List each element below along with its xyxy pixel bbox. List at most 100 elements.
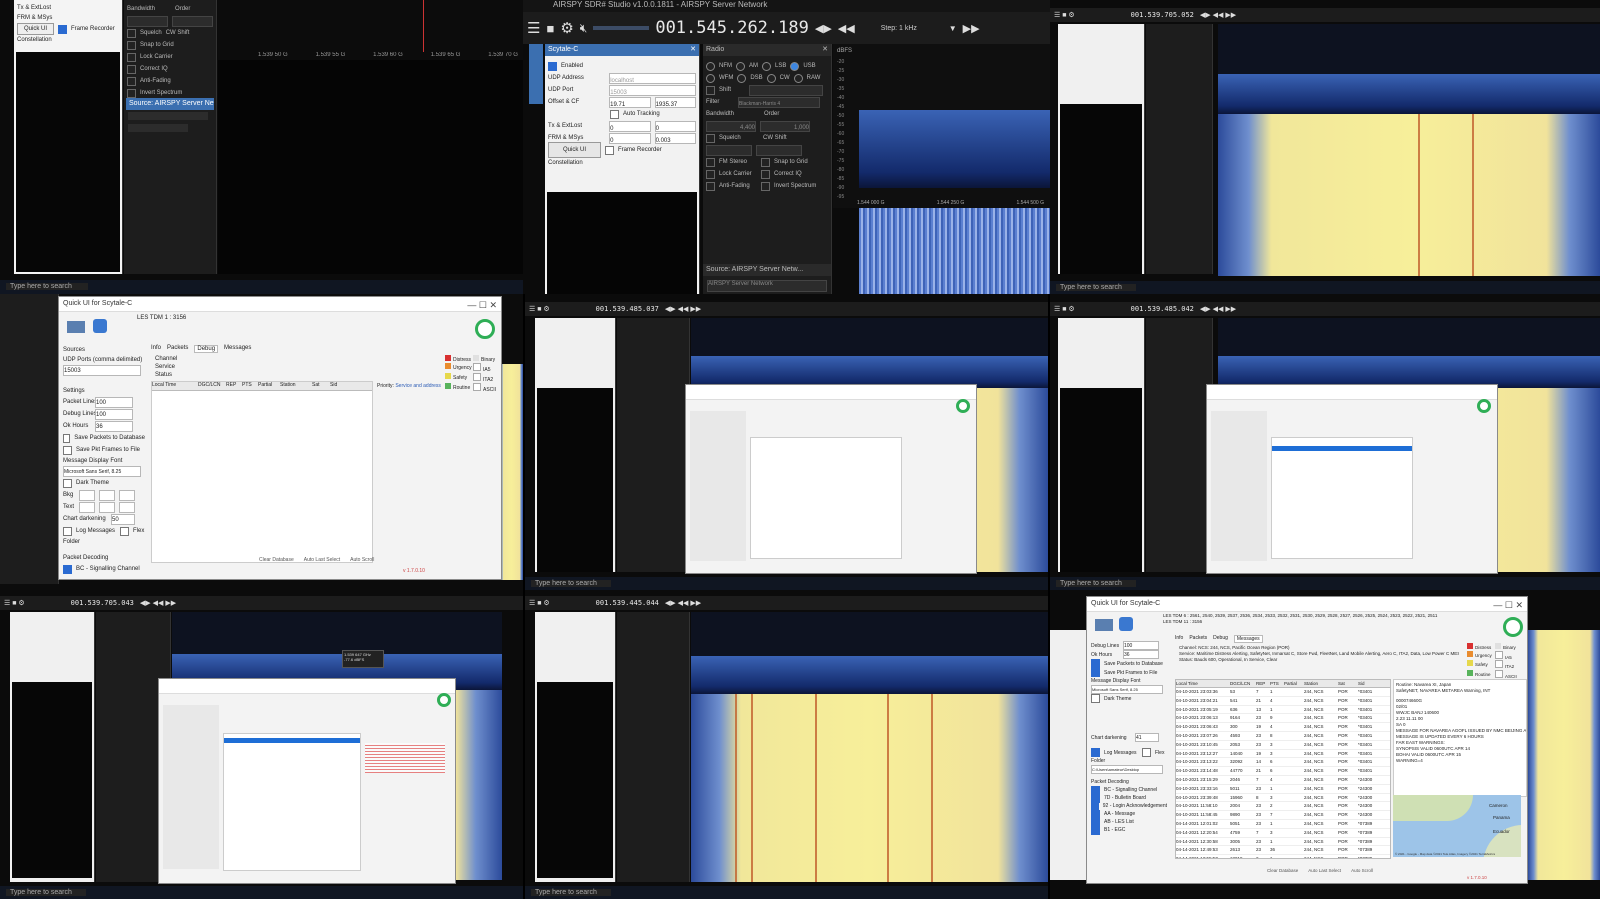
save-db-checkbox[interactable]	[1091, 659, 1100, 668]
col-station[interactable]: Station	[1304, 680, 1338, 687]
frequency-display[interactable]: 001.545.262.189	[655, 18, 809, 38]
offset-input[interactable]: 19.71	[609, 96, 651, 108]
cf-input[interactable]: 1935.37	[654, 96, 696, 108]
table-row[interactable]: 04-10-2021 23:06:43 300 19 4 244, NCS POR *034…	[1176, 723, 1390, 732]
search-box[interactable]: Type here to search	[531, 889, 611, 896]
table-row[interactable]: 04-10-2021 23:39:48 15960 8 3 244, NCS POR *24…	[1176, 794, 1390, 803]
flex-checkbox[interactable]	[1142, 748, 1151, 757]
col-pts[interactable]: PTS	[1270, 680, 1284, 687]
stop-icon[interactable]: ■	[546, 21, 554, 36]
tx-input[interactable]: 0	[609, 120, 651, 132]
udp-port-input[interactable]: 15003	[609, 84, 696, 96]
font-input[interactable]: Microsoft Sans Serif, 8.25	[1091, 685, 1163, 694]
col-local-time[interactable]: Local Time	[152, 382, 198, 390]
col-rep[interactable]: REP	[226, 382, 242, 390]
dark-theme-checkbox[interactable]	[63, 478, 72, 488]
source-panel-header[interactable]: Source: AIRSPY Server Netw...	[703, 264, 831, 276]
dark-theme-checkbox[interactable]	[1091, 694, 1100, 703]
anti-fading-checkbox[interactable]	[706, 181, 715, 191]
frequency-display[interactable]: 001.539.705.052	[1131, 11, 1194, 19]
shift-input[interactable]	[749, 84, 823, 96]
snap-checkbox[interactable]	[761, 157, 770, 167]
spectrum-view[interactable]	[1218, 24, 1600, 114]
lock-carrier-checkbox[interactable]	[706, 169, 715, 179]
folder-input[interactable]: C:\Users\amateur\Desktop	[1091, 765, 1163, 774]
signalling-checkbox[interactable]	[63, 564, 72, 574]
col-dgc[interactable]: DGC/LCN	[198, 382, 226, 390]
correct-iq-checkbox[interactable]	[761, 169, 770, 179]
table-row[interactable]: 04-10-2021 23:06:13 9164 23 9 244, NCS POR *03…	[1176, 714, 1390, 724]
frequency-display[interactable]: 001.539.485.042	[1131, 305, 1194, 313]
waterfall-dark[interactable]	[218, 60, 523, 274]
debug-lines-input[interactable]: 100	[1123, 641, 1159, 650]
auto-scroll-toggle[interactable]: Auto Scroll	[350, 557, 374, 563]
packet-lines-input[interactable]: 100	[95, 396, 133, 408]
save-db-checkbox[interactable]	[63, 433, 71, 443]
volume-slider[interactable]	[593, 26, 650, 30]
clear-database-button[interactable]: Clear Database	[1267, 868, 1298, 873]
close-icon[interactable]: ✕	[690, 44, 696, 56]
gear-icon[interactable]: ⚙	[560, 19, 573, 37]
col-local-time[interactable]: Local Time	[1176, 680, 1230, 687]
col-pts[interactable]: PTS	[242, 382, 258, 390]
window-controls[interactable]: — ☐ ✕	[1493, 598, 1523, 612]
chart-darkening-input[interactable]: 41	[1135, 733, 1159, 742]
invert-spectrum-checkbox[interactable]	[761, 181, 770, 191]
frame-recorder-checkbox[interactable]	[58, 24, 68, 34]
menu-icon[interactable]: ☰ ■ ⚙	[529, 305, 550, 313]
menu-icon[interactable]: ☰ ■ ⚙	[4, 599, 25, 607]
col-sat[interactable]: Sat	[312, 382, 330, 390]
tune-arrows-icon[interactable]: ◀▶ ◀◀ ▶▶	[140, 599, 176, 607]
spectrum-view[interactable]: 1.539 50 G 1.539 55 G 1.539 60 G 1.539 6…	[218, 0, 523, 60]
spectrum-view[interactable]	[691, 318, 1048, 388]
log-messages-checkbox[interactable]	[63, 526, 72, 536]
col-sat[interactable]: Sat	[1338, 680, 1358, 687]
mode-nfm[interactable]	[706, 61, 715, 71]
col-partial[interactable]: Partial	[1284, 680, 1304, 687]
tab-debug[interactable]: Debug	[194, 345, 219, 353]
mode-usb[interactable]	[790, 61, 800, 71]
frequency-display[interactable]: 001.539.485.037	[596, 305, 659, 313]
tune-arrows-icon[interactable]: ◀▶ ◀◀ ▶▶	[665, 599, 701, 607]
table-row[interactable]: 04-10-2021 23:14:48 44770 21 6 244, NCS POR *0…	[1176, 767, 1390, 776]
search-box[interactable]: Type here to search	[1056, 284, 1136, 291]
waterfall[interactable]	[859, 208, 1050, 294]
table-row[interactable]: 04-14-2021 12:20:54 4759 7 3 244, NCS POR *073…	[1176, 829, 1390, 838]
frame-recorder-checkbox[interactable]	[605, 145, 615, 155]
frequency-display[interactable]: 001.539.445.044	[596, 599, 659, 607]
menu-icon[interactable]: ☰ ■ ⚙	[1054, 305, 1075, 313]
tab-debug[interactable]: Debug	[1213, 635, 1228, 643]
waterfall[interactable]	[1528, 630, 1600, 880]
tune-arrows-icon[interactable]: ◀▶	[815, 22, 832, 35]
msys-input[interactable]: 0.003	[654, 132, 696, 144]
quick-ui-button[interactable]: Quick UI	[17, 23, 55, 35]
filter-select[interactable]: Blackman-Harris 4	[738, 96, 820, 108]
menu-icon[interactable]: ☰	[527, 19, 540, 37]
search-box[interactable]: Type here to search	[6, 283, 88, 290]
source-panel-header[interactable]: Source: AIRSPY Server Netw...	[126, 98, 214, 110]
col-station[interactable]: Station	[280, 382, 312, 390]
source-select[interactable]: AIRSPY Server Network	[707, 280, 827, 292]
spectrum-view[interactable]	[1218, 318, 1600, 388]
snap-checkbox[interactable]	[127, 40, 136, 50]
table-row[interactable]: 04-10-2021 23:04:21 541 21 4 244, NCS POR *034…	[1176, 697, 1390, 706]
menu-icon[interactable]: ☰ ■ ⚙	[529, 599, 550, 607]
table-row[interactable]: 04-14-2021 12:01:02 5051 23 1 244, NCS POR *07…	[1176, 820, 1390, 829]
save-file-checkbox[interactable]	[1091, 668, 1100, 677]
map-view[interactable]: Cameron Panama Ecuador © 2021 - Google -…	[1393, 795, 1521, 857]
col-rep[interactable]: REP	[1256, 680, 1270, 687]
tune-arrows-icon[interactable]: ◀▶ ◀◀ ▶▶	[665, 305, 701, 313]
auto-last-select-toggle[interactable]: Auto Last Select	[1308, 868, 1341, 873]
table-row[interactable]: 04-10-2021 23:13:22 32092 14 6 244, NCS POR *0…	[1176, 758, 1390, 768]
tab-packets[interactable]: Packets	[167, 345, 188, 353]
auto-last-select-toggle[interactable]: Auto Last Select	[304, 557, 340, 563]
mode-wfm[interactable]	[706, 73, 715, 83]
waterfall[interactable]	[1218, 114, 1600, 276]
mute-icon[interactable]: 🔇︎	[580, 21, 588, 36]
col-partial[interactable]: Partial	[258, 382, 280, 390]
waterfall[interactable]	[500, 364, 523, 580]
frequency-display[interactable]: 001.539.705.043	[71, 599, 134, 607]
close-icon[interactable]: ✕	[822, 44, 828, 56]
shift-checkbox[interactable]	[706, 85, 715, 95]
search-box[interactable]: Type here to search	[1056, 580, 1136, 587]
